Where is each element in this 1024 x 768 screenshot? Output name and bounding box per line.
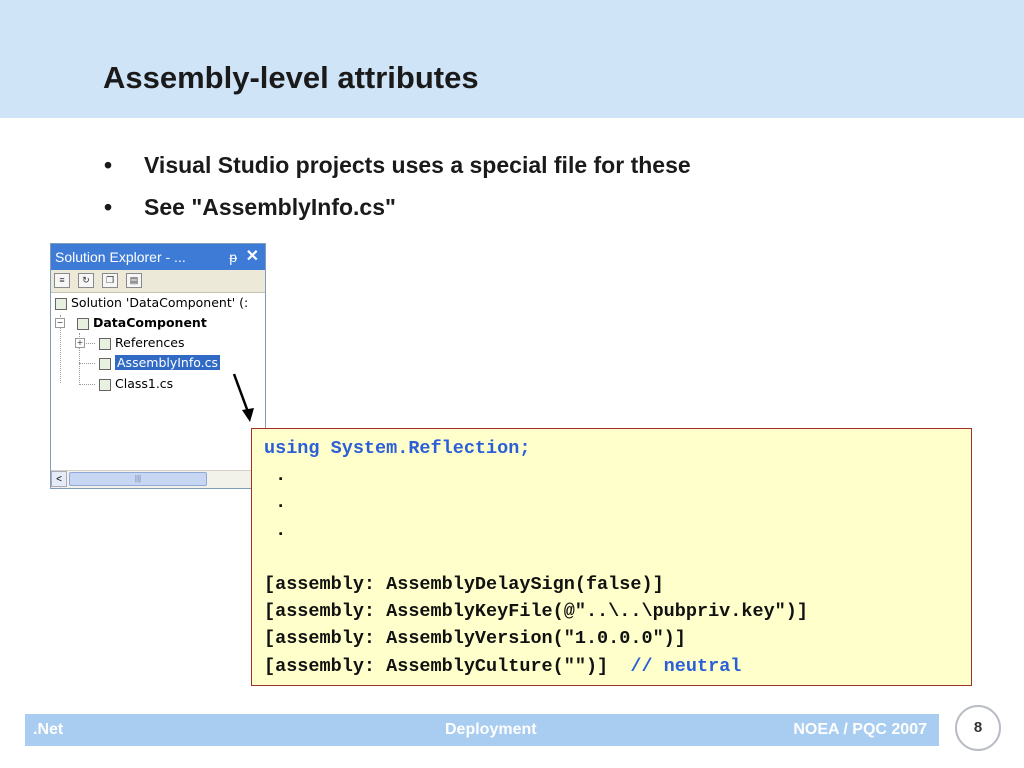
tree-line — [79, 363, 95, 364]
tree-node-project[interactable]: DataComponent — [77, 313, 207, 333]
bullet-list: • Visual Studio projects uses a special … — [104, 147, 691, 231]
close-icon[interactable]: ✕ — [246, 244, 259, 270]
cs-file-icon — [99, 378, 111, 391]
code-block: using System.Reflection; . . . [assembly… — [264, 435, 808, 680]
pointer-arrow-icon — [232, 373, 254, 422]
solution-explorer-title: Solution Explorer - ... — [55, 249, 186, 265]
collapse-icon[interactable]: − — [55, 318, 65, 328]
properties-icon[interactable]: ≡ — [54, 273, 70, 288]
footer-right: NOEA / PQC 2007 — [793, 721, 927, 738]
code-line: [assembly: AssemblyVersion("1.0.0.0")] — [264, 628, 686, 650]
solution-icon — [55, 297, 67, 310]
tree-node-class1[interactable]: Class1.cs — [99, 374, 173, 394]
project-icon — [77, 317, 89, 330]
horizontal-scrollbar[interactable]: < ||| — [51, 470, 265, 488]
cs-file-icon — [99, 357, 111, 370]
tree-node-solution[interactable]: Solution 'DataComponent' (: — [55, 293, 248, 313]
code-line: using System.Reflection; — [264, 438, 531, 459]
tree-label-solution: Solution 'DataComponent' (: — [71, 295, 249, 310]
tree-label-class1: Class1.cs — [115, 376, 174, 391]
scroll-left-icon[interactable]: < — [51, 471, 67, 487]
code-box: using System.Reflection; . . . [assembly… — [251, 428, 972, 686]
slide-title: Assembly-level attributes — [103, 60, 479, 95]
bullet-dot: • — [104, 152, 113, 178]
page-number: 8 — [955, 705, 1001, 751]
tree-line — [79, 384, 95, 385]
tree-node-references[interactable]: References — [99, 333, 184, 353]
solution-explorer-titlebar: Solution Explorer - ... ᵽ ✕ — [51, 244, 265, 270]
scrollbar-thumb[interactable]: ||| — [69, 472, 207, 486]
bullet-text: See "AssemblyInfo.cs" — [144, 194, 396, 220]
pin-icon[interactable]: ᵽ — [229, 244, 237, 270]
solution-explorer-window: Solution Explorer - ... ᵽ ✕ ≡ ↻ ❐ ▤ Solu… — [50, 243, 266, 489]
header-band — [0, 0, 1024, 118]
solution-explorer-toolbar: ≡ ↻ ❐ ▤ — [51, 270, 265, 293]
tree-label-project: DataComponent — [93, 315, 207, 330]
references-icon — [99, 337, 111, 350]
tree-node-assemblyinfo[interactable]: AssemblyInfo.cs — [99, 353, 221, 373]
bullet-dot: • — [104, 194, 113, 220]
bullet-text: Visual Studio projects uses a special fi… — [144, 152, 691, 178]
footer-bar: .Net Deployment NOEA / PQC 2007 — [25, 714, 939, 746]
code-line: [assembly: AssemblyDelaySign(false)] — [264, 574, 664, 596]
code-line: [assembly: AssemblyKeyFile(@"..\..\pubpr… — [264, 601, 808, 623]
show-all-files-icon[interactable]: ❐ — [102, 273, 118, 288]
bullet-item: • Visual Studio projects uses a special … — [104, 147, 691, 189]
tree-label-references: References — [115, 335, 185, 350]
view-code-icon[interactable]: ▤ — [126, 273, 142, 288]
code-line: . — [264, 519, 287, 541]
footer-middle: Deployment — [445, 721, 537, 738]
expand-icon[interactable]: + — [75, 338, 85, 348]
code-line: . — [264, 492, 287, 514]
bullet-item: • See "AssemblyInfo.cs" — [104, 189, 691, 231]
code-line: . — [264, 465, 287, 487]
code-line: [assembly: AssemblyCulture("")] — [264, 655, 631, 677]
code-comment: // neutral — [630, 655, 742, 677]
footer-left: .Net — [33, 721, 64, 738]
refresh-icon[interactable]: ↻ — [78, 273, 94, 288]
tree-label-assemblyinfo: AssemblyInfo.cs — [115, 355, 221, 370]
